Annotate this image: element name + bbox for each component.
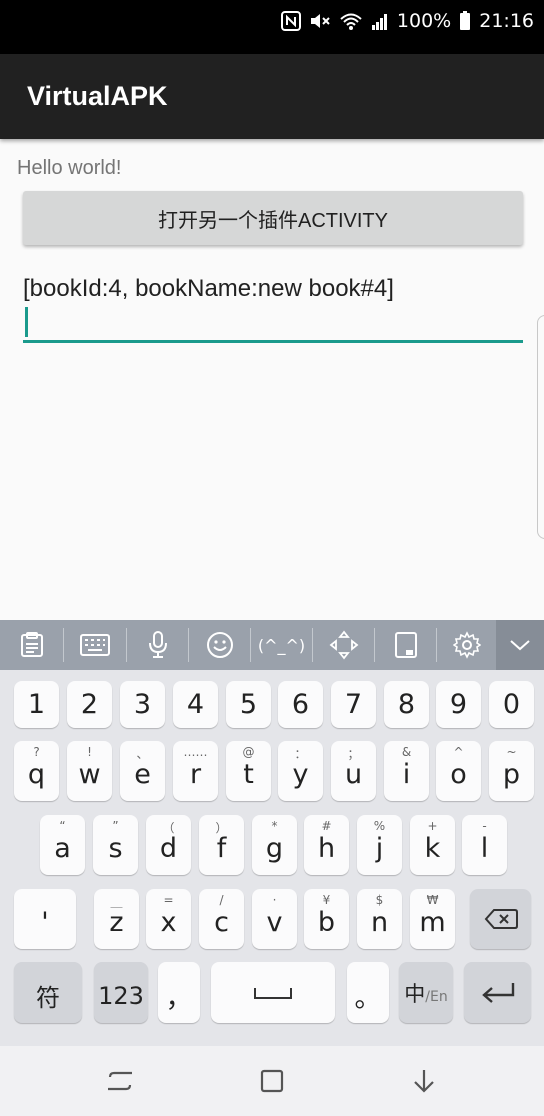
key-4[interactable]: 4 xyxy=(173,681,218,728)
key-f[interactable]: ） f xyxy=(199,815,244,875)
key-g[interactable]: * g xyxy=(252,815,297,875)
space-icon xyxy=(254,987,292,999)
key-9[interactable]: 9 xyxy=(436,681,481,728)
app-bar: VirtualAPK xyxy=(0,54,544,139)
key-x[interactable]: = x xyxy=(146,889,191,949)
key-p[interactable]: ~ p xyxy=(489,741,534,801)
key-h[interactable]: # h xyxy=(304,815,349,875)
signal-icon xyxy=(371,11,389,31)
edge-panel-handle[interactable] xyxy=(537,315,544,539)
status-bar: 100% 21:16 xyxy=(0,0,544,54)
period-key[interactable]: 。 xyxy=(347,962,389,1023)
backspace-key[interactable] xyxy=(470,889,531,949)
battery-percent: 100% xyxy=(396,10,452,32)
settings-icon[interactable] xyxy=(437,620,496,670)
key-8[interactable]: 8 xyxy=(384,681,429,728)
key-n[interactable]: $ n xyxy=(357,889,402,949)
key-6[interactable]: 6 xyxy=(278,681,323,728)
keyboard: 1 2 3 4 5 6 7 8 9 0 ? q ! w 、 e …… r @ t ： y ；… xyxy=(0,670,544,1046)
clipboard-icon[interactable] xyxy=(0,620,63,670)
key-e[interactable]: 、 e xyxy=(120,741,165,801)
keyboard-icon[interactable] xyxy=(64,620,126,670)
key-k[interactable]: + k xyxy=(410,815,455,875)
key-a[interactable]: “a xyxy=(40,815,85,875)
key-c[interactable]: / c xyxy=(199,889,244,949)
comma-key[interactable]: ， xyxy=(158,962,200,1023)
key-m[interactable]: ₩ m xyxy=(410,889,455,949)
enter-icon xyxy=(481,982,514,1003)
clock: 21:16 xyxy=(479,10,534,32)
home-icon[interactable] xyxy=(254,1063,290,1099)
nfc-icon xyxy=(280,11,301,31)
key-j[interactable]: % j xyxy=(357,815,402,875)
key-7[interactable]: 7 xyxy=(331,681,376,728)
cursor-move-icon[interactable] xyxy=(313,620,374,670)
symbols-key[interactable]: 符 xyxy=(14,962,82,1023)
app-title: VirtualAPK xyxy=(27,81,168,111)
recents-icon[interactable] xyxy=(102,1063,138,1099)
mute-icon xyxy=(309,11,331,31)
key-0[interactable]: 0 xyxy=(489,681,534,728)
key-s[interactable]: ” s xyxy=(93,815,138,875)
wifi-icon xyxy=(339,11,363,31)
text-cursor xyxy=(25,307,28,337)
keyboard-toolbar: (^_^) xyxy=(0,620,544,670)
key-o[interactable]: ^ o xyxy=(436,741,481,801)
kaomoji-icon[interactable]: (^_^) xyxy=(251,620,312,670)
key-2[interactable]: 2 xyxy=(67,681,112,728)
open-plugin-activity-button[interactable]: 打开另一个插件ACTIVITY xyxy=(23,191,523,245)
key-t[interactable]: @ t xyxy=(226,741,271,801)
microphone-icon[interactable] xyxy=(127,620,188,670)
key-apostrophe[interactable]: ' xyxy=(14,889,76,949)
lang-main-label: 中 xyxy=(404,981,426,1006)
key-l[interactable]: -l xyxy=(462,815,507,875)
key-r[interactable]: …… r xyxy=(173,741,218,801)
numbers-key[interactable]: 123 xyxy=(94,962,148,1023)
key-y[interactable]: ： y xyxy=(278,741,323,801)
key-3[interactable]: 3 xyxy=(120,681,165,728)
emoji-icon[interactable] xyxy=(189,620,250,670)
key-b[interactable]: ¥ b xyxy=(304,889,349,949)
lang-sub-label: /En xyxy=(425,988,448,1005)
hello-text: Hello world! xyxy=(17,157,122,179)
key-1[interactable]: 1 xyxy=(14,681,59,728)
language-switch-key[interactable]: 中/En xyxy=(399,962,453,1023)
key-w[interactable]: ! w xyxy=(67,741,112,801)
backspace-icon xyxy=(484,909,518,929)
key-5[interactable]: 5 xyxy=(226,681,271,728)
one-hand-icon[interactable] xyxy=(375,620,436,670)
key-q[interactable]: ? q xyxy=(14,741,59,801)
text-input-field[interactable] xyxy=(23,305,523,343)
book-info-text: [bookId:4, bookName:new book#4] xyxy=(23,275,394,302)
collapse-icon[interactable] xyxy=(496,620,544,670)
back-icon[interactable] xyxy=(406,1063,442,1099)
navigation-bar xyxy=(0,1046,544,1116)
status-icons: 100% 21:16 xyxy=(280,10,534,32)
key-d[interactable]: （d xyxy=(146,815,191,875)
enter-key[interactable] xyxy=(464,962,531,1023)
key-v[interactable]: · v xyxy=(252,889,297,949)
key-u[interactable]: ； u xyxy=(331,741,376,801)
key-i[interactable]: & i xyxy=(384,741,429,801)
key-z[interactable]: ＿ z xyxy=(94,889,139,949)
battery-icon xyxy=(459,11,471,31)
space-key[interactable] xyxy=(211,962,335,1023)
